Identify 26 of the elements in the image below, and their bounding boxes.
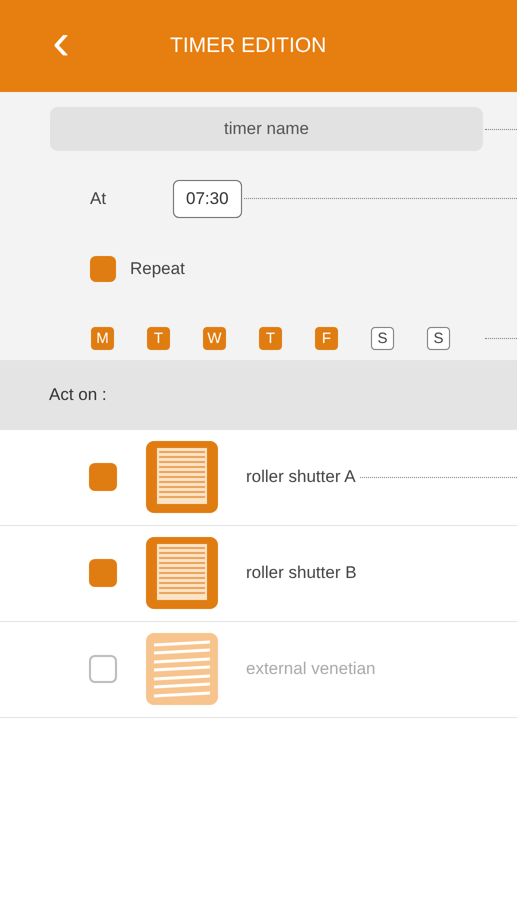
venetian-blind-icon — [146, 633, 218, 705]
day-toggle[interactable]: F — [315, 326, 338, 350]
day-toggle[interactable]: T — [147, 326, 170, 350]
device-row[interactable]: roller shutter A — [0, 430, 517, 526]
timer-name-field[interactable]: timer name — [50, 107, 483, 151]
at-label: At — [90, 188, 108, 210]
day-toggle[interactable]: W — [203, 326, 226, 350]
time-field[interactable]: 07:30 — [173, 180, 242, 218]
act-on-label: Act on : — [49, 384, 107, 406]
back-button[interactable]: ‹ — [44, 16, 78, 76]
device-name: roller shutter A — [246, 466, 356, 488]
roller-shutter-icon — [146, 441, 218, 513]
day-toggle[interactable]: S — [371, 326, 394, 350]
device-checkbox[interactable] — [89, 559, 117, 587]
roller-shutter-icon — [146, 537, 218, 609]
screen-title: TIMER EDITION — [170, 33, 326, 60]
repeat-label: Repeat — [130, 258, 185, 280]
device-checkbox[interactable] — [89, 463, 117, 491]
day-toggle[interactable]: S — [427, 326, 450, 350]
day-toggle[interactable]: M — [91, 326, 114, 350]
device-name: roller shutter B — [246, 562, 357, 584]
leader-line — [485, 128, 517, 130]
device-name: external venetian — [246, 658, 376, 680]
day-toggle[interactable]: T — [259, 326, 282, 350]
device-row[interactable]: roller shutter B — [0, 526, 517, 622]
repeat-checkbox[interactable] — [90, 256, 116, 282]
